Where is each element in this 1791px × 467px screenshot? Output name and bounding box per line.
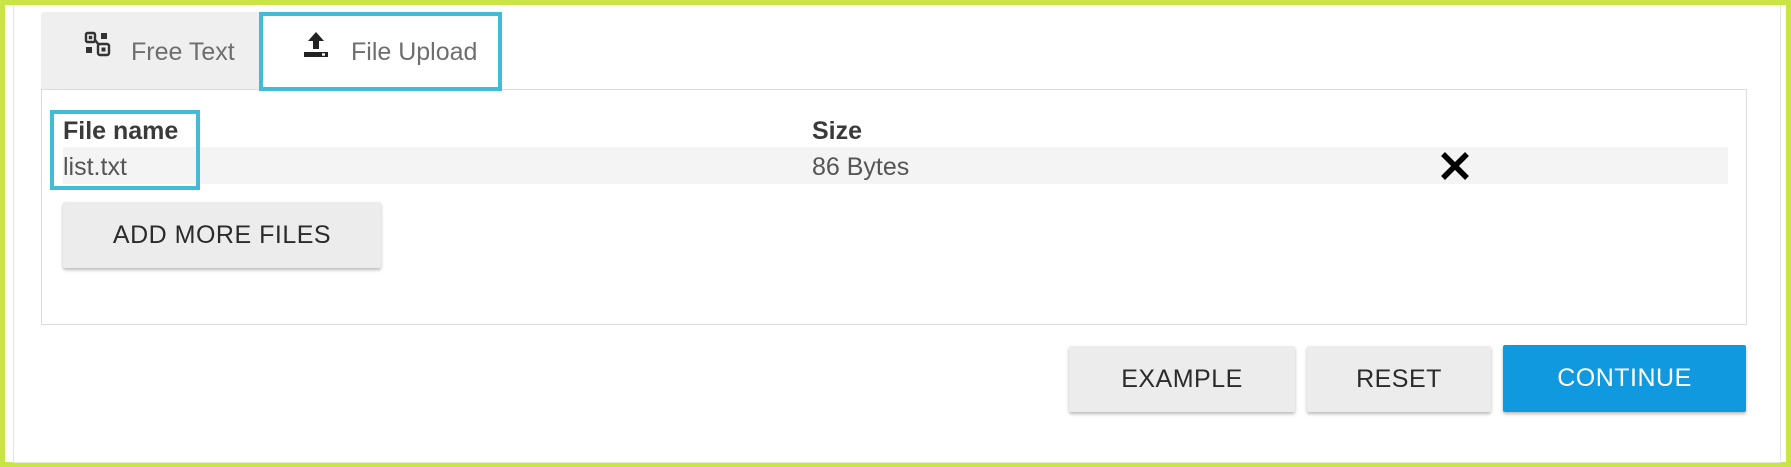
close-icon[interactable] [1438, 149, 1472, 183]
tab-file-upload[interactable]: File Upload [261, 12, 498, 90]
example-button[interactable]: EXAMPLE [1069, 346, 1295, 412]
tab-free-text-label: Free Text [131, 38, 235, 66]
table-row: list.txt 86 Bytes [63, 147, 1728, 184]
continue-button[interactable]: CONTINUE [1503, 345, 1746, 412]
column-header-file-name: File name [63, 117, 179, 145]
add-more-files-button[interactable]: ADD MORE FILES [63, 202, 381, 268]
file-name-cell: list.txt [63, 153, 127, 181]
input-tabs: Free Text File Upload [41, 12, 498, 90]
free-text-icon [83, 30, 113, 60]
column-header-size: Size [812, 117, 863, 145]
upload-icon [301, 30, 331, 60]
tab-file-upload-label: File Upload [351, 38, 478, 66]
tab-free-text[interactable]: Free Text [41, 12, 260, 90]
file-size-cell: 86 Bytes [812, 153, 910, 181]
reset-button[interactable]: RESET [1307, 346, 1491, 412]
